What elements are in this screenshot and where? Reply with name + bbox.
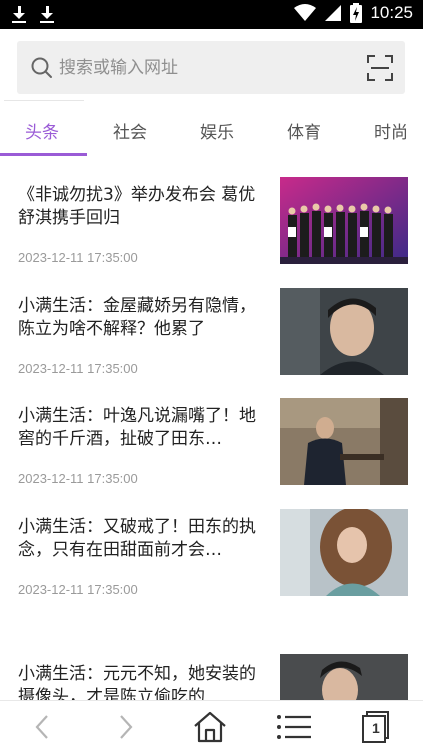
back-button[interactable] xyxy=(22,707,62,747)
news-item[interactable]: 小满生活：叶逸凡说漏嘴了！地窖的千斤酒，扯破了田东… 2023-12-11 17… xyxy=(0,398,423,508)
forward-button[interactable] xyxy=(106,707,146,747)
news-title[interactable]: 小满生活：金屋藏娇另有隐情，陈立为啥不解释？他累了 xyxy=(18,295,268,341)
news-item[interactable]: 小满生活：又破戒了！田东的执念，只有在田甜面前才会… 2023-12-11 17… xyxy=(0,509,423,619)
news-time: 2023-12-11 17:35:00 xyxy=(18,582,138,597)
download-icon xyxy=(40,5,54,23)
download-icon xyxy=(12,5,26,23)
news-thumbnail[interactable] xyxy=(280,398,408,485)
status-time: 10:25 xyxy=(370,3,413,22)
tab-count: 1 xyxy=(372,720,380,736)
tab-divider xyxy=(4,100,84,101)
search-input[interactable] xyxy=(59,54,359,82)
active-tab-indicator xyxy=(0,153,87,156)
news-time: 2023-12-11 17:35:00 xyxy=(18,361,138,376)
news-title[interactable]: 小满生活：又破戒了！田东的执念，只有在田甜面前才会… xyxy=(18,516,268,562)
scan-icon[interactable] xyxy=(367,55,393,81)
search-icon xyxy=(31,57,52,78)
signal-icon xyxy=(325,5,342,21)
menu-icon xyxy=(277,715,311,739)
tab-headline[interactable]: 头条 xyxy=(25,118,59,156)
news-time: 2023-12-11 17:35:00 xyxy=(18,471,138,486)
news-item[interactable]: 小满生活：金屋藏娇另有隐情，陈立为啥不解释？他累了 2023-12-11 17:… xyxy=(0,288,423,398)
back-icon xyxy=(35,715,48,739)
news-thumbnail[interactable] xyxy=(280,288,408,375)
battery-charging-icon xyxy=(350,3,363,23)
wifi-icon xyxy=(294,4,317,21)
news-title[interactable]: 《非诚勿扰3》举办发布会 葛优舒淇携手回归 xyxy=(18,184,268,230)
news-thumbnail[interactable] xyxy=(280,177,408,264)
tab-fashion[interactable]: 时尚 xyxy=(374,118,408,156)
category-tabs: 头条 社会 娱乐 体育 时尚 xyxy=(0,104,423,156)
home-icon xyxy=(194,711,226,743)
tab-entertainment[interactable]: 娱乐 xyxy=(200,118,234,156)
tab-sports[interactable]: 体育 xyxy=(287,118,321,156)
tabs-button[interactable]: 1 xyxy=(356,707,396,747)
bottom-navigation: 1 xyxy=(0,700,423,752)
news-thumbnail[interactable] xyxy=(280,509,408,596)
tab-society[interactable]: 社会 xyxy=(113,118,147,156)
search-bar[interactable] xyxy=(17,41,405,94)
notification-icons xyxy=(12,5,54,23)
news-item[interactable]: 《非诚勿扰3》举办发布会 葛优舒淇携手回归 2023-12-11 17:35:0… xyxy=(0,177,423,287)
status-bar: 10:25 xyxy=(0,0,423,29)
home-button[interactable] xyxy=(190,707,230,747)
forward-icon xyxy=(120,715,133,739)
menu-button[interactable] xyxy=(274,707,314,747)
news-time: 2023-12-11 17:35:00 xyxy=(18,250,138,265)
news-title[interactable]: 小满生活：叶逸凡说漏嘴了！地窖的千斤酒，扯破了田东… xyxy=(18,405,268,451)
